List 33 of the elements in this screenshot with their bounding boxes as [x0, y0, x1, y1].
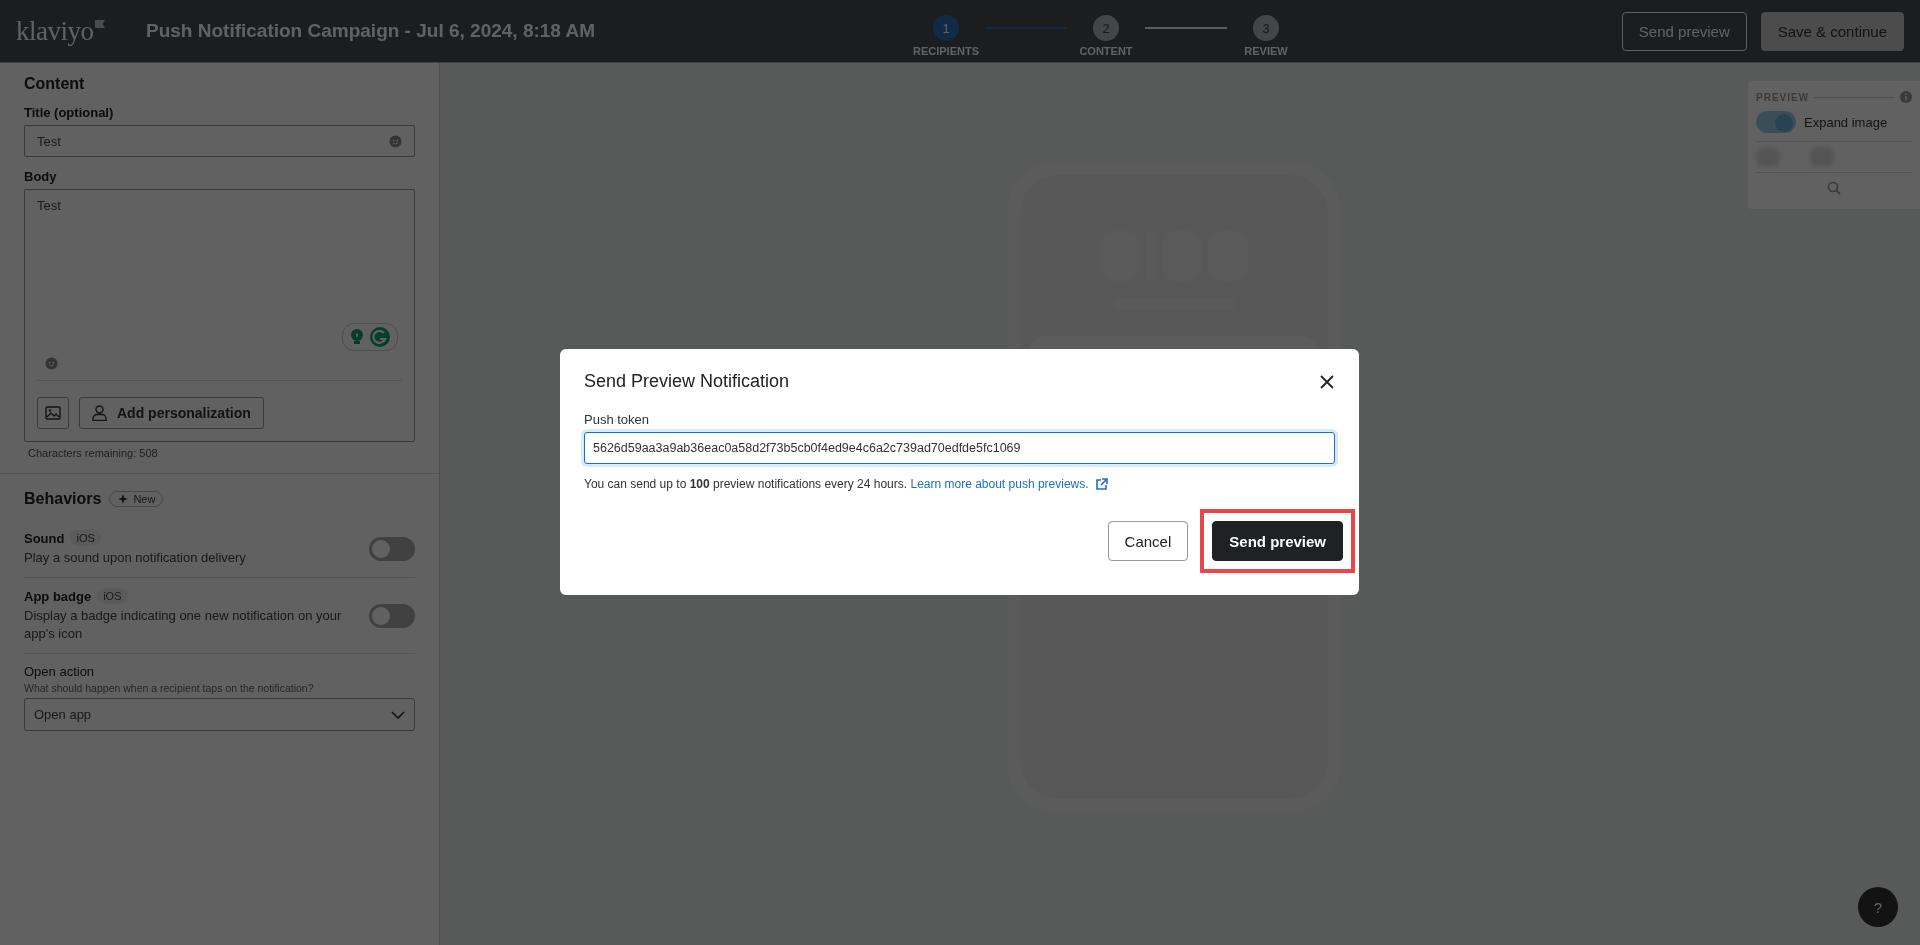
setting-label: Expand image — [1804, 114, 1888, 130]
characters-remaining: Characters remaining: 508 — [28, 447, 159, 459]
section-heading: Content — [24, 75, 86, 93]
modal-title: Send Preview Notification — [584, 371, 790, 392]
campaign-title: Push Notification Campaign - Jul 6, 2024, 8:18 AM — [146, 20, 597, 42]
setting-description: Display a badge indicating one new notification on your app's icon — [24, 607, 343, 643]
open-action-dropdown[interactable]: Open app — [24, 698, 415, 731]
field-label: Push token — [584, 412, 651, 427]
help-button[interactable]: ? — [1858, 887, 1898, 927]
body-field[interactable]: Test Add personalization — [24, 189, 415, 442]
send-preview-button[interactable]: Send preview — [1212, 521, 1343, 561]
send-preview-button[interactable]: Send preview — [1621, 11, 1747, 51]
setting-description: Play a sound upon notification delivery — [24, 549, 247, 567]
section-heading: Behaviors — [24, 490, 102, 508]
platform-tag: iOS — [70, 530, 101, 546]
step-label: REVIEW — [1244, 45, 1288, 57]
step-label: CONTENT — [1079, 45, 1133, 57]
field-label: Body — [24, 169, 58, 184]
cancel-button[interactable]: Cancel — [1107, 521, 1189, 561]
field-label: Open action — [24, 664, 96, 679]
step-number[interactable]: 1 — [933, 15, 959, 41]
title-field[interactable]: Test — [24, 125, 415, 157]
learn-more-link[interactable]: Learn more about push previews. — [910, 477, 1089, 491]
setting-label: App badge — [24, 588, 92, 604]
save-continue-button[interactable]: Save & continue — [1760, 11, 1904, 51]
logo: klaviyo — [16, 15, 94, 47]
setting-label: Sound — [24, 530, 65, 546]
push-token-field[interactable]: 5626d59aa3a9ab36eac0a58d2f73b5cb0f4ed9e4c6a2c739ad70edfde5fc1069 — [584, 432, 1335, 464]
add-personalization-button[interactable]: Add personalization — [79, 397, 264, 429]
info-text: You can send up to 100 preview notifications every 24 hours. Learn more about push previews. — [584, 477, 1089, 491]
platform-tag: iOS — [97, 588, 128, 604]
step-label: RECIPIENTS — [913, 45, 979, 57]
field-label: Title (optional) — [24, 105, 115, 120]
